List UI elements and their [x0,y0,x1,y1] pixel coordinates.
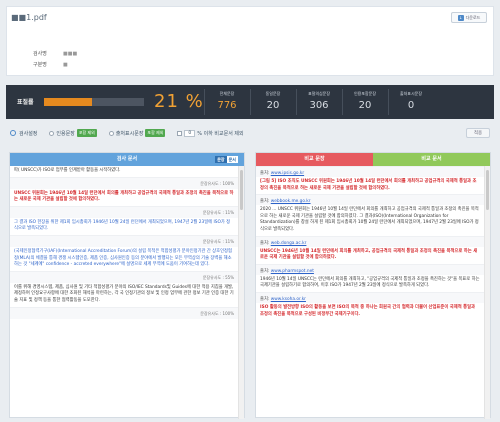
download-label: 다운로드 [465,14,481,20]
threshold-label: % 이하 비교문서 제외 [197,130,244,137]
source-label: 출처: [260,171,270,176]
option-source[interactable]: 출처표시문장 포함 제외 [108,129,166,137]
tab-compare-document[interactable]: 비교 문서 [373,153,490,166]
stat-value: 306 [309,100,329,111]
toggle-sentence[interactable]: 문장 [215,156,227,163]
panel-header: 검사 문서 문장 문서 [10,153,244,166]
compare-sentence[interactable]: [그림 5] ISO 조직도 UNSCC 위원회는 1946년 10월 14일 … [256,177,490,194]
similarity-label: 문장유사도 : 11% [10,205,244,218]
similarity-label: 문장유사도 : 100% [10,306,244,319]
stats-bar: 표절률 21 % 전체문장 776 동일문장 20 표절의심문장 306 인용포함문장 20 출… [6,85,494,119]
threshold-input[interactable]: 0 [184,129,196,137]
checkbox[interactable] [177,130,183,136]
stat-value: 20 [266,100,280,111]
source-label: 출처: [260,296,270,302]
stat-title: 인용포함문장 [353,91,377,96]
source-line: 출처: www.pharmspot.net [256,263,490,275]
similarity-label: 문장유사도 : 55% [10,270,244,283]
source-line: 출처: webbook.me.go.kr [256,194,490,206]
stat-value: 20 [358,100,372,111]
progress-fill [44,98,92,106]
stat-title: 전체문장 [219,91,235,96]
source-sentence[interactable]: 파( UNSCC)가 ISO로 업무를 인계받아 활동을 시작하였다. [10,166,244,177]
settings-row: 검사설정 인용문장 포함 제외 출처표시문장 포함 제외 0 % 이하 비교문서… [6,126,494,140]
settings-title: 검사설정 [19,130,38,137]
option-label: 출처표시문장 [115,130,144,137]
stat-card: 전체문장 776 [204,89,249,115]
compare-sentence[interactable]: ISO 활동의 발전방향 ISO의 활동을 보면 ISO의 목적 중 하나는 회… [256,303,490,320]
source-link[interactable]: web.donga.ac.kr [271,241,307,246]
source-link[interactable]: www.pharmspot.net [271,269,314,274]
panel-header: 비교 문장 비교 문서 [256,153,490,166]
gear-icon [10,130,16,136]
source-sentence[interactable]: UNSCC 위원회는 1946년 10월 14일 런던에서 회의를 개최하고 공… [10,189,244,206]
source-line: 출처: www.ipsis.go.kr [256,166,490,177]
source-sentence[interactable]: 이를 위해 경영시스템, 제품, 심사원 및 기타 적합성평가 분야의 ISO/… [10,283,244,307]
scrollbar[interactable] [484,166,490,419]
scrollbar[interactable] [238,166,244,419]
option-threshold[interactable]: 0 % 이하 비교문서 제외 [177,129,244,137]
include-badge[interactable]: 포함 제외 [76,129,97,137]
panel-body[interactable]: 파( UNSCC)가 ISO로 업무를 인계받아 활동을 시작하였다. 문장유사도… [10,166,244,419]
stat-title: 표절의심문장 [307,91,331,96]
panel-body[interactable]: 출처: www.ipsis.go.kr [그림 5] ISO 조직도 UNSCC … [256,166,490,419]
option-label: 인용문장 [56,130,75,137]
source-sentence[interactable]: (국제인정협력기구(IAF)(International Accreditati… [10,247,244,271]
radio[interactable] [108,130,114,136]
meta-value: ■ [63,62,68,68]
view-toggle[interactable]: 문장 문서 [215,156,238,163]
similarity-label: 문장유사도 : 100% [10,176,244,189]
scroll-thumb[interactable] [240,170,243,210]
scroll-thumb[interactable] [486,170,489,210]
stat-card: 인용포함문장 20 [342,89,387,115]
meta-label: 검사명 [33,51,47,57]
stat-value: 0 [407,100,415,111]
source-link[interactable]: www.ipsis.go.kr [271,171,304,176]
plagiarism-percent: 21 % [154,91,204,112]
panel-title: 검사 문서 [116,156,138,162]
radio[interactable] [49,130,55,136]
compare-sentence[interactable]: 1946년 10월 14일 UNSCC는 런던에서 회의를 개최하고, "공업규… [256,275,490,292]
stat-card: 출처표시문장 0 [388,89,433,115]
source-document-panel: 검사 문서 문장 문서 파( UNSCC)가 ISO로 업무를 인계받아 활동을… [9,152,245,419]
meta-label: 구분명 [33,62,47,68]
apply-button[interactable]: 적용 [466,128,490,138]
source-link[interactable]: webbook.me.go.kr [271,199,311,204]
compare-sentence[interactable]: 2020 ... UNSCC 위원회는 1946년 10월 14일 런던에서 회… [256,205,490,235]
source-label: 출처: [260,268,270,274]
source-label: 출처: [260,240,270,246]
stat-value: 776 [217,100,237,111]
plagiarism-label: 표절률 [17,99,34,106]
document-header: ■■1.pdf ↓ 다운로드 검사명 ■■■ 구분명 ■ [6,6,494,76]
toggle-document[interactable]: 문서 [226,156,238,163]
file-title: ■■1.pdf [11,13,47,22]
stat-card: 표절의심문장 306 [296,89,341,115]
stat-title: 출처표시문장 [399,91,423,96]
source-line: 출처: www.ksoha.or.kr [256,291,490,303]
source-link[interactable]: www.ksoha.or.kr [271,297,306,302]
compare-panel: 비교 문장 비교 문서 출처: www.ipsis.go.kr [그림 5] IS… [255,152,491,419]
option-quote[interactable]: 인용문장 포함 제외 [49,129,97,137]
stat-title: 동일문장 [265,91,281,96]
tab-compare-sentence[interactable]: 비교 문장 [256,153,373,166]
compare-sentence[interactable]: UNSCC는 1946년 10월 14일 런던에서 회의를 개최하고, 공업규격… [256,247,490,264]
source-label: 출처: [260,199,270,205]
plagiarism-progress [44,98,144,106]
include-badge[interactable]: 포함 제외 [145,129,166,137]
source-sentence[interactable]: 그 결과 ISO 헌장을 위한 제1회 임시총회가 1946년 10월 24일 … [10,218,244,235]
meta-value: ■■■ [63,51,78,57]
download-button[interactable]: ↓ 다운로드 [451,12,487,23]
stat-card: 동일문장 20 [250,89,295,115]
similarity-label: 문장유사도 : 11% [10,234,244,247]
meta-info: 검사명 ■■■ 구분명 ■ [33,49,77,71]
download-icon: ↓ [457,14,464,21]
source-line: 출처: web.donga.ac.kr [256,235,490,247]
